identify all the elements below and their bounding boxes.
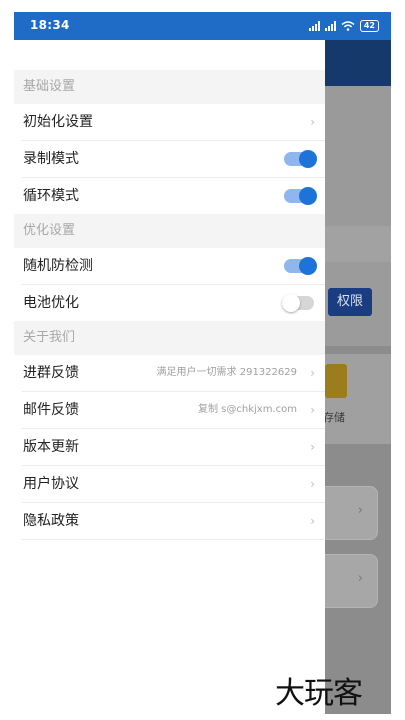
- storage-icon[interactable]: [325, 364, 347, 398]
- menu-item-user-agreement[interactable]: 用户协议 ›: [22, 466, 325, 503]
- chevron-right-icon: ›: [310, 440, 315, 454]
- permission-button[interactable]: 权限: [328, 288, 372, 316]
- menu-item-subtitle: 满足用户一切需求 291322629: [156, 367, 297, 378]
- watermark-logo: 大玩客: [275, 676, 363, 711]
- menu-item-label: 用户协议: [23, 476, 79, 492]
- menu-item-version-update[interactable]: 版本更新 ›: [22, 429, 325, 466]
- menu-item-label: 进群反馈: [23, 365, 79, 381]
- settings-drawer: 基础设置 初始化设置 › 录制模式 循环模式 优化设置 随机防检测 电池优化 关…: [14, 40, 325, 714]
- menu-item-privacy-policy[interactable]: 隐私政策 ›: [22, 503, 325, 540]
- chevron-right-icon: ›: [310, 514, 315, 528]
- random-anti-detect-toggle[interactable]: [284, 257, 317, 275]
- signal-icon: [324, 21, 336, 31]
- record-mode-toggle[interactable]: [284, 150, 317, 168]
- menu-item-init-settings[interactable]: 初始化设置 ›: [22, 104, 325, 141]
- menu-item-label: 循环模式: [23, 188, 79, 204]
- menu-item-battery-optimization[interactable]: 电池优化: [22, 285, 325, 321]
- battery-optimization-toggle[interactable]: [282, 294, 314, 312]
- menu-item-loop-mode[interactable]: 循环模式: [22, 178, 325, 214]
- menu-item-label: 邮件反馈: [23, 402, 79, 418]
- menu-item-group-feedback[interactable]: 进群反馈 满足用户一切需求 291322629 ›: [22, 355, 325, 392]
- section-header-optimization: 优化设置: [14, 214, 325, 248]
- chevron-right-icon: ›: [310, 403, 315, 417]
- section-header-about: 关于我们: [14, 321, 325, 355]
- menu-item-email-feedback[interactable]: 邮件反馈 复制 s@chkjxm.com ›: [22, 392, 325, 429]
- menu-item-random-anti-detect[interactable]: 随机防检测: [22, 248, 325, 285]
- menu-item-label: 电池优化: [23, 295, 79, 311]
- wifi-icon: [341, 21, 355, 31]
- menu-item-label: 版本更新: [23, 439, 79, 455]
- menu-item-label: 录制模式: [23, 151, 79, 167]
- status-bar: 18:34 42: [14, 12, 391, 40]
- status-time: 18:34: [30, 18, 70, 32]
- chevron-right-icon: ›: [310, 115, 315, 129]
- battery-icon: 42: [359, 20, 379, 32]
- menu-item-record-mode[interactable]: 录制模式: [22, 141, 325, 178]
- loop-mode-toggle[interactable]: [284, 187, 317, 205]
- menu-item-label: 隐私政策: [23, 513, 79, 529]
- section-header-basic: 基础设置: [14, 70, 325, 104]
- chevron-right-icon: ›: [357, 503, 363, 518]
- phone-screen: 18:34 42 权限 存储 › › 基础设置 初始化设置 › 录制模式 循环模…: [14, 12, 391, 714]
- menu-item-label: 初始化设置: [23, 114, 93, 130]
- status-icons: 42: [308, 20, 379, 32]
- chevron-right-icon: ›: [357, 571, 363, 586]
- chevron-right-icon: ›: [310, 366, 315, 380]
- menu-item-label: 随机防检测: [23, 258, 93, 274]
- menu-item-subtitle: 复制 s@chkjxm.com: [198, 404, 297, 415]
- storage-label: 存储: [323, 411, 345, 424]
- signal-icon: [308, 21, 320, 31]
- chevron-right-icon: ›: [310, 477, 315, 491]
